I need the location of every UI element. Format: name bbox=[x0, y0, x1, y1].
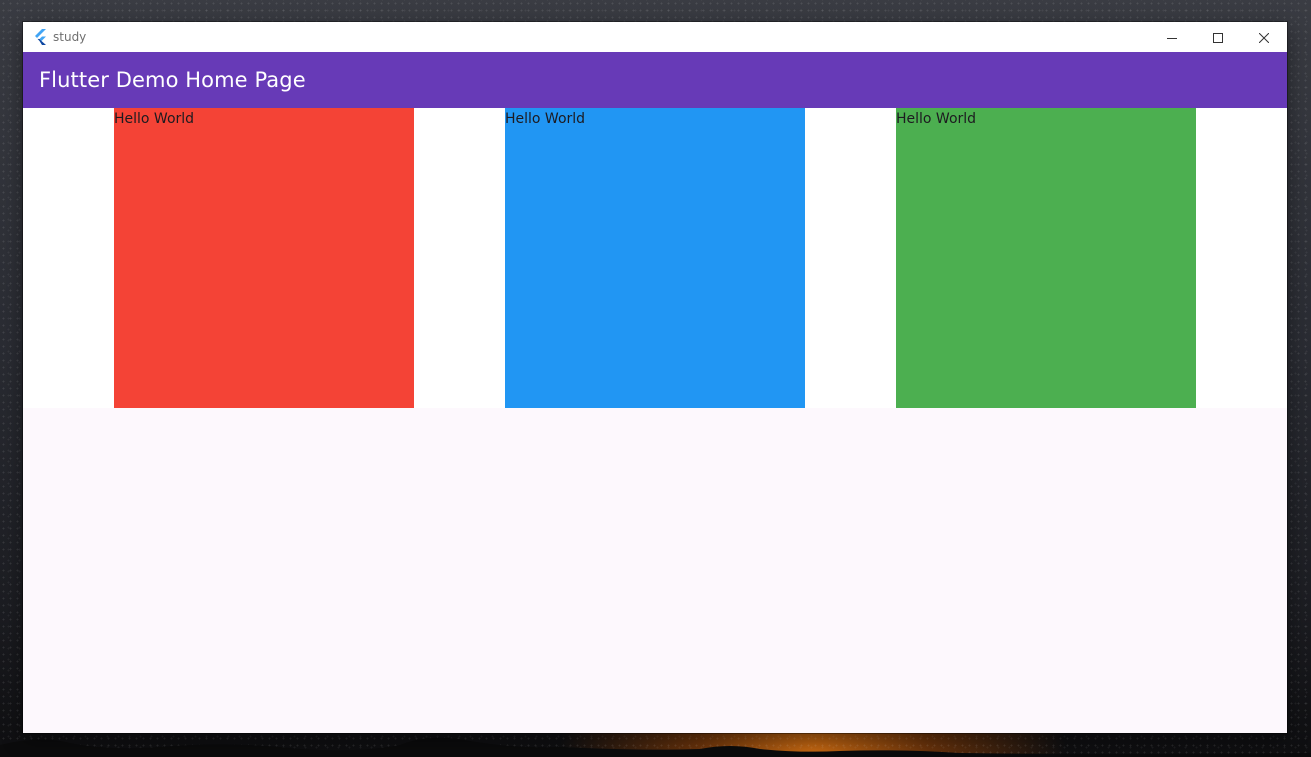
page-body: Hello World Hello World Hello World bbox=[23, 108, 1287, 733]
green-box-label: Hello World bbox=[896, 111, 977, 127]
red-box-label: Hello World bbox=[114, 111, 195, 127]
boxes-row: Hello World Hello World Hello World bbox=[23, 108, 1287, 408]
red-box: Hello World bbox=[114, 108, 414, 408]
caption-buttons bbox=[1149, 22, 1287, 52]
minimize-icon bbox=[1167, 28, 1177, 47]
blue-box-label: Hello World bbox=[505, 111, 586, 127]
maximize-icon bbox=[1213, 28, 1223, 47]
blue-box: Hello World bbox=[505, 108, 805, 408]
app-window: study Flutter Demo Home Page Hello World… bbox=[23, 22, 1287, 733]
maximize-button[interactable] bbox=[1195, 22, 1241, 52]
window-title: study bbox=[53, 30, 87, 44]
green-box: Hello World bbox=[896, 108, 1196, 408]
close-icon bbox=[1258, 28, 1270, 47]
app-bar: Flutter Demo Home Page bbox=[23, 52, 1287, 108]
close-button[interactable] bbox=[1241, 22, 1287, 52]
minimize-button[interactable] bbox=[1149, 22, 1195, 52]
flutter-logo-icon bbox=[32, 29, 48, 45]
page-title: Flutter Demo Home Page bbox=[39, 68, 306, 92]
title-bar[interactable]: study bbox=[23, 22, 1287, 52]
